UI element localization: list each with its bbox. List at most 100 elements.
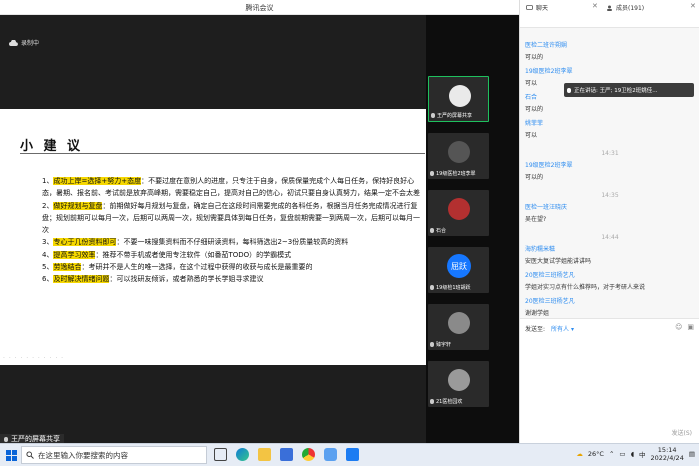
tencent-meeting-icon[interactable] <box>346 448 359 461</box>
close-members-icon[interactable]: ✕ <box>690 2 696 10</box>
chat-message: 可以的 <box>525 54 544 61</box>
chrome-icon[interactable] <box>302 448 315 461</box>
file-explorer-icon[interactable] <box>258 448 271 461</box>
send-button[interactable]: 发送(S) <box>672 428 693 437</box>
participant-tile[interactable]: 屈跃 19级检1班胡跃 <box>428 247 489 293</box>
participant-tile[interactable]: 21医检园欢 <box>428 361 489 407</box>
windows-start-button[interactable] <box>6 450 17 461</box>
participant-tile[interactable]: 19级医检2班李翠 <box>428 133 489 179</box>
notification-icon[interactable]: ▤ <box>689 450 695 458</box>
volume-icon[interactable]: ◖ <box>631 450 634 458</box>
chat-panel: 聊天 ✕ 成员(191) ✕ 医检二班许朔娴 可以的 19级医检2班李翠 可以 石合 可以… <box>519 0 699 443</box>
participant-name-label: 19级检1班胡跃 <box>436 285 471 291</box>
microphone-icon <box>4 436 8 442</box>
chat-message: 吴在望? <box>525 216 547 223</box>
participant-name-label: 21医检园欢 <box>436 399 463 405</box>
participant-mic-icon <box>430 285 434 290</box>
slide-item-text: ：考研并不是人生的唯一选择，在这个过程中获得的收获与成长是最重要的 <box>81 263 313 272</box>
taskbar-app-icons <box>214 448 359 461</box>
tab-chat-label: 聊天 <box>536 5 549 12</box>
participant-tile[interactable]: 石合 <box>428 190 489 236</box>
slide-item-highlight: 成功上岸=选择+努力+态度 <box>53 177 142 185</box>
windows-taskbar: 在这里输入你要搜索的内容 ☁ 26°C ⌃ ▭ ◖ 中 15:14 2022/4… <box>0 443 699 466</box>
participant-avatar <box>449 85 471 107</box>
edge-browser-icon[interactable] <box>236 448 249 461</box>
participant-mic-icon <box>430 399 434 404</box>
participant-name: 19级检1班胡跃 <box>430 284 471 291</box>
tab-members-label: 成员(191) <box>616 5 645 12</box>
participant-mic-icon <box>431 113 435 118</box>
store-icon[interactable] <box>280 448 293 461</box>
task-view-icon[interactable] <box>214 448 227 461</box>
slide-item-number: 5、 <box>42 263 54 272</box>
taskbar-search-input[interactable]: 在这里输入你要搜索的内容 <box>21 446 207 464</box>
participant-mic-icon <box>430 228 434 233</box>
input-tools: ☺ ▣ <box>675 323 694 331</box>
chat-message: 谢谢学姐 <box>525 310 550 317</box>
send-to-dropdown[interactable]: 所有人 ▾ <box>551 324 574 333</box>
participant-name-label: 王严的屏幕共享 <box>437 113 473 119</box>
participant-tile[interactable]: 臻宇轩 <box>428 304 489 350</box>
image-icon[interactable]: ▣ <box>687 323 694 331</box>
ime-indicator[interactable]: 中 <box>639 449 646 459</box>
clock-time: 15:14 <box>657 446 677 454</box>
participant-strip: 王严的屏幕共享 19级医检2班李翠石合屈跃 19级检1班胡跃 臻宇轩 21医检园欢 <box>426 15 519 443</box>
network-icon[interactable]: ▭ <box>619 450 625 458</box>
weather-icon[interactable]: ☁ <box>576 450 583 458</box>
weather-temp[interactable]: 26°C <box>588 450 604 458</box>
chat-sender: 19级医检2班李翠 <box>525 162 573 169</box>
chat-message: 安医大复试学姐能讲讲吗 <box>525 258 592 265</box>
participant-initial-avatar: 屈跃 <box>447 254 471 278</box>
window-titlebar: 腾讯会议 <box>0 0 519 15</box>
clock-date: 2022/4/24 <box>650 454 684 462</box>
slide-body: 1、成功上岸=选择+努力+态度：不要过度在意别人的进度，只专注于自身，保质保量完… <box>42 175 422 286</box>
participant-mic-icon <box>430 171 434 176</box>
chat-sender: 姚菲菲 <box>525 120 544 127</box>
chat-sender: 医检二班许朔娴 <box>525 42 568 49</box>
participant-name: 石合 <box>430 227 446 234</box>
slide-item-highlight: 劳逸结合 <box>53 263 82 272</box>
slide-item-text: ：可以找研友倾诉，或者熟悉的学长学姐寻求建议 <box>109 275 264 284</box>
search-icon <box>26 451 34 459</box>
emoji-icon[interactable]: ☺ <box>675 323 682 331</box>
tab-chat[interactable]: 聊天 <box>526 3 548 12</box>
chat-icon <box>526 4 533 10</box>
cloud-drive-icon[interactable] <box>324 448 337 461</box>
tab-members[interactable]: 成员(191) <box>606 3 644 12</box>
search-placeholder: 在这里输入你要搜索的内容 <box>38 450 128 460</box>
recording-indicator[interactable]: 录制中 <box>9 38 39 47</box>
tray-overflow-icon[interactable]: ⌃ <box>609 450 614 458</box>
chat-input-area[interactable]: 发送至: 所有人 ▾ ☺ ▣ 发送(S) <box>520 318 699 443</box>
slide-item-text: ：不要一味搜集资料而不仔细研读资料，每科筛选出2~3份质量较高的资料 <box>116 238 349 247</box>
chat-message: 可以的 <box>525 106 544 113</box>
close-chat-icon[interactable]: ✕ <box>592 2 598 10</box>
slide-dots: · · · · · · · · · · · <box>3 355 65 362</box>
participant-avatar <box>448 141 470 163</box>
slide-item-highlight: 做好规划与复盘 <box>53 201 103 210</box>
participant-name: 臻宇轩 <box>430 341 451 348</box>
slide-item-number: 6、 <box>42 275 54 284</box>
presentation-slide: 小 建 议 1、成功上岸=选择+努力+态度：不要过度在意别人的进度，只专注于自身… <box>0 109 426 365</box>
chat-timestamp: 14:35 <box>601 192 619 199</box>
chat-sender: 石合 <box>525 94 538 101</box>
send-to-label: 发送至: <box>525 326 546 333</box>
slide-item: 6、及时解决情绪问题：可以找研友倾诉，或者熟悉的学长学姐寻求建议 <box>42 273 422 285</box>
participant-tile[interactable]: 王严的屏幕共享 <box>428 76 489 122</box>
slide-item-number: 1、 <box>42 177 54 185</box>
chat-timestamp: 14:31 <box>601 150 619 157</box>
speaking-mic-icon <box>567 87 571 93</box>
send-to-value: 所有人 <box>551 326 570 333</box>
participant-avatar <box>448 198 470 220</box>
participant-name-label: 臻宇轩 <box>436 342 452 348</box>
clock[interactable]: 15:14 2022/4/24 <box>651 446 684 462</box>
chat-sender: 海豹糯米糍 <box>525 246 556 253</box>
slide-item-highlight: 专心于几份资料即可 <box>53 238 117 247</box>
participant-name: 19级医检2班李翠 <box>430 170 476 177</box>
slide-item: 5、劳逸结合：考研并不是人生的唯一选择，在这个过程中获得的收获与成长是最重要的 <box>42 261 422 273</box>
participant-avatar <box>448 369 470 391</box>
chat-sender: 19级医检2班李翠 <box>525 68 573 75</box>
participant-name-label: 石合 <box>436 228 447 234</box>
slide-item-number: 3、 <box>42 238 54 247</box>
slide-item: 4、提高学习效率：推荐不带手机或者使用专注软件（如番茄TODO）的学霸模式 <box>42 249 422 261</box>
chat-message-list[interactable]: 医检二班许朔娴 可以的 19级医检2班李翠 可以 石合 可以的 姚菲菲 可以 14:31 19级医… <box>520 28 699 318</box>
